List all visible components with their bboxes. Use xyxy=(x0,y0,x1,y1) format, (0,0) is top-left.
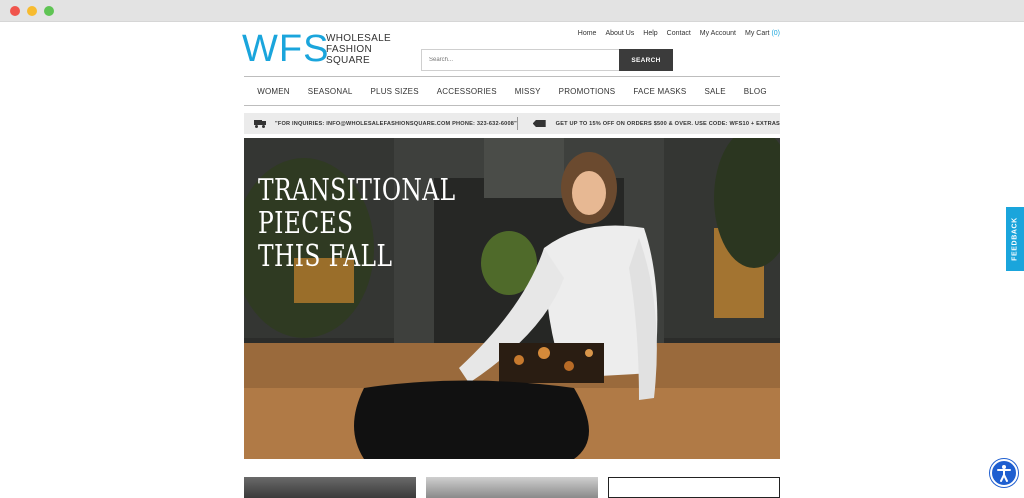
link-contact[interactable]: Contact xyxy=(667,30,691,37)
category-tiles xyxy=(244,477,780,498)
link-help[interactable]: Help xyxy=(643,30,657,37)
nav-sale[interactable]: SALE xyxy=(695,87,734,96)
accessibility-icon[interactable] xyxy=(990,459,1018,487)
category-tile[interactable] xyxy=(426,477,598,498)
link-my-account[interactable]: My Account xyxy=(700,30,736,37)
truck-icon xyxy=(254,120,266,128)
link-about-us[interactable]: About Us xyxy=(605,30,634,37)
minimize-window-icon[interactable] xyxy=(27,6,37,16)
tag-icon xyxy=(532,120,546,127)
nav-accessories[interactable]: ACCESSORIES xyxy=(428,87,506,96)
cart-count: (0) xyxy=(771,30,780,37)
maximize-window-icon[interactable] xyxy=(44,6,54,16)
nav-women[interactable]: WOMEN xyxy=(248,87,299,96)
site-logo[interactable]: WFS WHOLESALE FASHION SQUARE xyxy=(242,28,402,70)
logo-mark: WFS xyxy=(242,28,330,70)
hero-headline: TRANSITIONAL PIECES THIS FALL xyxy=(258,173,456,274)
page: WFS WHOLESALE FASHION SQUARE Home About … xyxy=(0,22,1024,498)
link-home[interactable]: Home xyxy=(578,30,597,37)
nav-promotions[interactable]: PROMOTIONS xyxy=(550,87,625,96)
nav-plus-sizes[interactable]: PLUS SIZES xyxy=(362,87,428,96)
search-button[interactable]: SEARCH xyxy=(619,49,673,71)
category-tile[interactable] xyxy=(244,477,416,498)
browser-chrome xyxy=(0,0,1024,22)
inquiries-text: "FOR INQUIRIES: INFO@WHOLESALEFASHIONSQU… xyxy=(275,120,517,127)
nav-blog[interactable]: BLOG xyxy=(735,87,776,96)
search-bar: SEARCH xyxy=(421,49,673,71)
discount-text: GET UP TO 15% OFF ON ORDERS $500 & OVER.… xyxy=(555,120,780,127)
top-links: Home About Us Help Contact My Account My… xyxy=(578,30,780,37)
hero-banner[interactable]: TRANSITIONAL PIECES THIS FALL xyxy=(244,138,780,459)
inquiries-notice: "FOR INQUIRIES: INFO@WHOLESALEFASHIONSQU… xyxy=(244,120,517,128)
category-tile[interactable] xyxy=(608,477,780,498)
close-window-icon[interactable] xyxy=(10,6,20,16)
main-nav: WOMEN SEASONAL PLUS SIZES ACCESSORIES MI… xyxy=(244,76,780,106)
search-input[interactable] xyxy=(421,49,619,71)
link-my-cart[interactable]: My Cart (0) xyxy=(745,30,780,37)
nav-seasonal[interactable]: SEASONAL xyxy=(299,87,362,96)
nav-face-masks[interactable]: FACE MASKS xyxy=(624,87,695,96)
nav-missy[interactable]: MISSY xyxy=(506,87,550,96)
discount-notice: GET UP TO 15% OFF ON ORDERS $500 & OVER.… xyxy=(518,120,780,127)
promo-bar: "FOR INQUIRIES: INFO@WHOLESALEFASHIONSQU… xyxy=(244,113,780,134)
logo-text: WHOLESALE FASHION SQUARE xyxy=(326,33,391,66)
feedback-tab[interactable]: FEEDBACK xyxy=(1006,207,1024,271)
